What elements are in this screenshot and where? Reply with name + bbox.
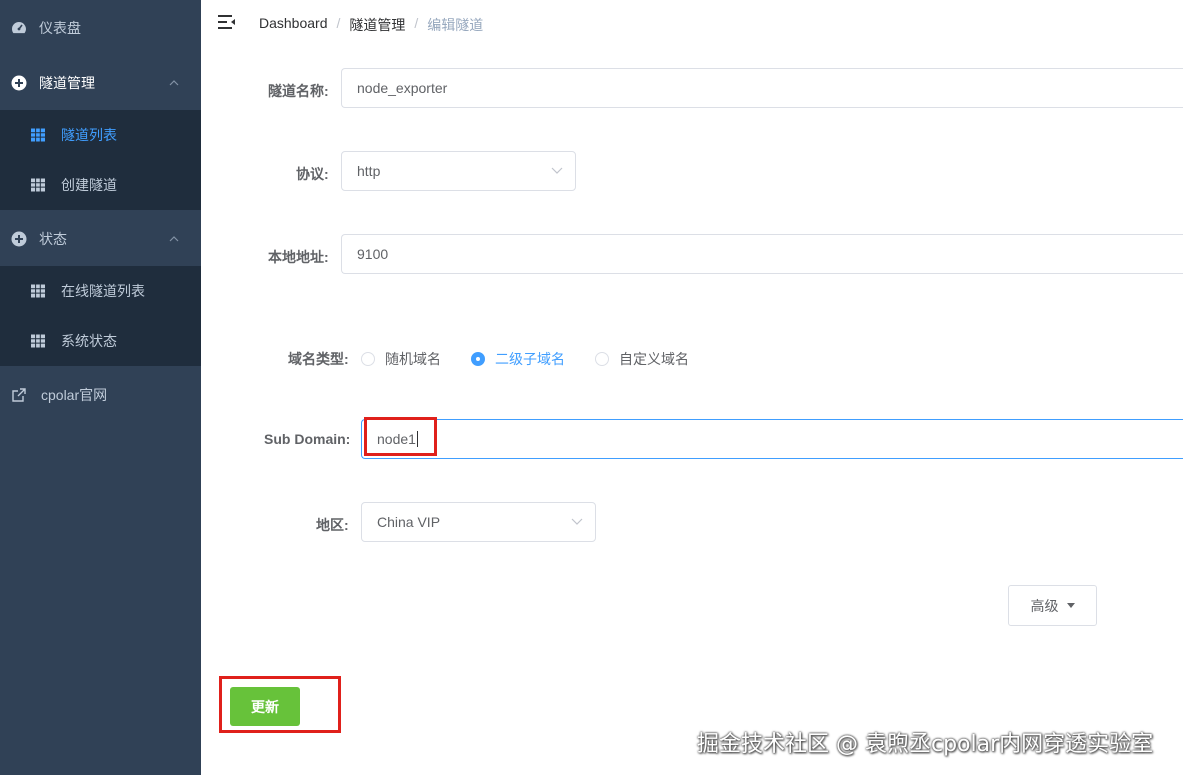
radio-random-domain[interactable]: 随机域名	[361, 349, 441, 369]
region-label: 地区:	[316, 517, 349, 533]
dashboard-icon	[12, 22, 26, 34]
tunnel-name-input[interactable]: node_exporter	[341, 68, 1183, 108]
submenu-tunnels: 隧道列表 创建隧道	[0, 110, 201, 210]
highlight-box-update	[219, 676, 341, 733]
breadcrumb-current: 编辑隧道	[427, 17, 484, 33]
table-icon	[31, 178, 45, 192]
protocol-value: http	[357, 163, 381, 179]
sidebar-item-label: cpolar官网	[41, 387, 108, 403]
navbar: Dashboard / 隧道管理 / 编辑隧道	[201, 0, 1183, 46]
menu-fold-icon[interactable]	[218, 14, 236, 30]
sidebar-item-dashboard[interactable]: 仪表盘	[0, 0, 201, 56]
sidebar-item-cpolar-site[interactable]: cpolar官网	[0, 367, 201, 423]
region-value: China VIP	[377, 514, 441, 530]
highlight-box-subdomain	[364, 417, 437, 456]
watermark: 掘金技术社区 @ 袁煦丞cpolar内网穿透实验室	[697, 732, 1154, 757]
advanced-button[interactable]: 高级	[1008, 585, 1097, 626]
breadcrumb-tunnel-management[interactable]: 隧道管理	[349, 15, 405, 35]
sidebar-item-online-tunnels[interactable]: 在线隧道列表	[0, 266, 201, 316]
sidebar-item-label: 仪表盘	[39, 20, 81, 36]
breadcrumb-dashboard[interactable]: Dashboard	[259, 15, 328, 35]
radio-label: 自定义域名	[619, 351, 689, 367]
sidebar-item-label: 创建隧道	[61, 177, 117, 193]
domain-type-label: 域名类型:	[288, 351, 349, 367]
caret-down-icon	[1066, 603, 1075, 608]
breadcrumb-separator: /	[414, 15, 419, 31]
radio-dot	[361, 352, 375, 366]
protocol-label: 协议:	[296, 166, 329, 182]
submenu-status: 在线隧道列表 系统状态	[0, 266, 201, 366]
sidebar-item-label: 隧道列表	[61, 127, 117, 143]
radio-custom-domain[interactable]: 自定义域名	[595, 349, 689, 369]
plus-circle-icon	[11, 231, 27, 247]
local-address-input[interactable]: 9100	[341, 234, 1183, 274]
sub-domain-label: Sub Domain:	[264, 431, 351, 447]
table-icon	[31, 128, 45, 142]
radio-dot	[595, 352, 609, 366]
radio-subdomain[interactable]: 二级子域名	[471, 349, 565, 369]
chevron-up-icon	[169, 236, 179, 242]
radio-label: 随机域名	[385, 351, 441, 367]
region-select[interactable]: China VIP	[361, 502, 596, 542]
sidebar-item-label: 系统状态	[61, 333, 117, 349]
local-address-value: 9100	[357, 246, 389, 262]
sidebar-item-label: 在线隧道列表	[61, 283, 145, 299]
table-icon	[31, 334, 45, 348]
sidebar-item-label: 隧道管理	[39, 75, 95, 91]
plus-circle-icon	[11, 75, 27, 91]
sidebar: 仪表盘 隧道管理 隧道列表 创建隧道 状态 在线隧道列表 系统状态 cpolar…	[0, 0, 201, 775]
sub-domain-input[interactable]: node1	[361, 419, 1183, 459]
table-icon	[31, 284, 45, 298]
chevron-down-icon	[571, 518, 583, 525]
sidebar-item-status[interactable]: 状态	[0, 211, 201, 267]
breadcrumb: Dashboard / 隧道管理 / 编辑隧道	[259, 15, 483, 35]
sidebar-item-create-tunnel[interactable]: 创建隧道	[0, 160, 201, 210]
breadcrumb-separator: /	[336, 15, 341, 31]
protocol-select[interactable]: http	[341, 151, 576, 191]
chevron-up-icon	[169, 80, 179, 86]
advanced-button-label: 高级	[1030, 597, 1059, 614]
sidebar-item-tunnel-list[interactable]: 隧道列表	[0, 110, 201, 160]
sidebar-item-tunnel-management[interactable]: 隧道管理	[0, 55, 201, 111]
chevron-down-icon	[551, 167, 563, 174]
radio-dot-checked	[471, 352, 485, 366]
tunnel-name-label: 隧道名称:	[268, 83, 329, 99]
radio-label: 二级子域名	[495, 351, 565, 367]
local-address-label: 本地地址:	[268, 249, 329, 265]
sidebar-item-label: 状态	[39, 231, 67, 247]
external-link-icon	[12, 388, 26, 402]
sidebar-item-system-status[interactable]: 系统状态	[0, 316, 201, 366]
tunnel-name-value: node_exporter	[357, 80, 448, 96]
